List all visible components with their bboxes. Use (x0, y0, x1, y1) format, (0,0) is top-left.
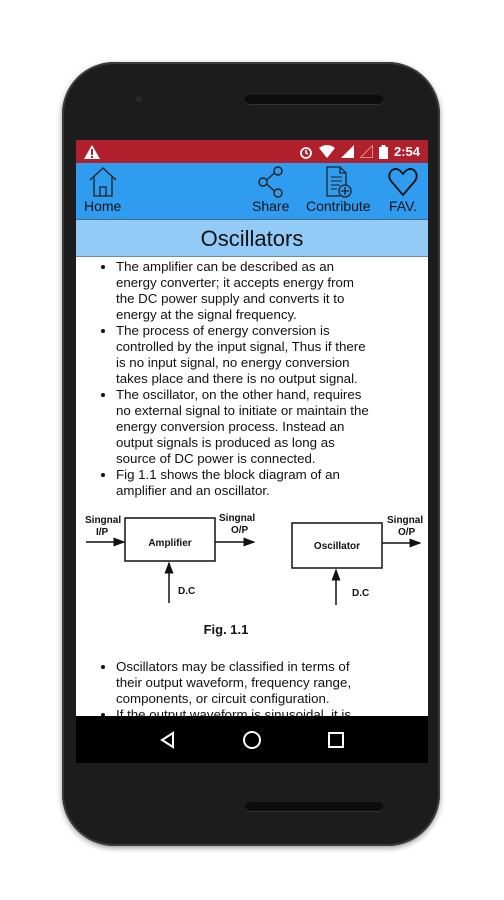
home-label: Home (84, 198, 122, 214)
battery-icon (378, 144, 388, 159)
signal-icon (340, 145, 354, 158)
heart-icon (388, 168, 418, 197)
page-title: Oscillators (76, 219, 428, 257)
alarm-icon (300, 146, 312, 159)
screen: 2:54 Home Share Contribute FAV. Oscillat… (76, 140, 428, 763)
home-icon (89, 167, 117, 197)
list-item: If the output waveform is sinusoidal, it… (116, 707, 370, 716)
amp-input-label-2: I/P (96, 527, 109, 538)
amplifier-label: Amplifier (148, 538, 191, 549)
bullet-list-top: The amplifier can be described as an ene… (76, 258, 370, 499)
amp-input-label: Singnal (85, 515, 121, 526)
home-button[interactable]: Home (84, 166, 121, 214)
figure-caption: Fig. 1.1 (204, 622, 249, 637)
signal-empty-icon (359, 145, 373, 158)
clock: 2:54 (393, 144, 420, 159)
list-item: The process of energy conversion is cont… (116, 323, 370, 387)
amp-dc-label: D.C (178, 586, 195, 597)
back-icon[interactable] (159, 730, 177, 749)
share-icon (257, 166, 283, 198)
home-nav-icon[interactable] (242, 730, 262, 750)
contribute-icon (326, 166, 352, 198)
bullet-list-bottom: Oscillators may be classified in terms o… (76, 659, 370, 716)
toolbar: Home Share Contribute FAV. (76, 163, 428, 219)
wifi-icon (318, 145, 335, 158)
amp-output-label-2: O/P (231, 525, 249, 536)
fav-button[interactable]: FAV. (388, 166, 418, 214)
list-item: The oscillator, on the other hand, requi… (116, 387, 370, 467)
fav-label: FAV. (388, 198, 418, 214)
warning-icon (84, 144, 100, 159)
list-item: Oscillators may be classified in terms o… (116, 659, 370, 707)
osc-output-label: Singnal (387, 515, 423, 526)
share-button[interactable]: Share (252, 166, 289, 214)
share-label: Share (252, 198, 290, 214)
front-camera (136, 96, 142, 102)
status-bar: 2:54 (76, 140, 428, 163)
contribute-label: Contribute (306, 198, 371, 214)
block-diagram-figure: Singnal I/P Amplifier Singnal O/P D.C Os… (76, 499, 428, 659)
oscillator-label: Oscillator (314, 541, 360, 552)
content-scroll[interactable]: The amplifier can be described as an ene… (76, 258, 428, 716)
bottom-speaker (245, 802, 383, 811)
list-item: The amplifier can be described as an ene… (116, 259, 370, 323)
top-speaker (245, 95, 383, 104)
list-item: Fig 1.1 shows the block diagram of an am… (116, 467, 370, 499)
osc-output-label-2: O/P (398, 527, 416, 538)
amp-output-label: Singnal (219, 513, 255, 524)
recents-icon[interactable] (327, 731, 345, 749)
contribute-button[interactable]: Contribute (306, 166, 371, 214)
navigation-bar (76, 716, 428, 763)
osc-dc-label: D.C (352, 588, 369, 599)
